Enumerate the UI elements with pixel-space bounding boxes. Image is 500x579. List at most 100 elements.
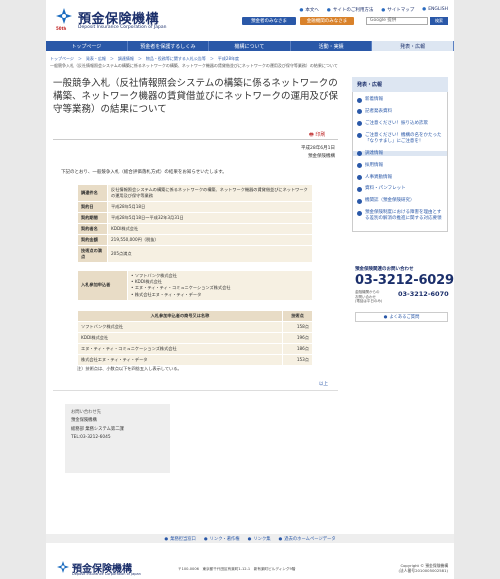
detail-value: KDDI株式会社 [107,223,313,235]
site-logo[interactable]: 50th 預金保険機構 Deposit Insurance Corporatio… [56,8,186,34]
arrow-icon: ● [326,8,331,13]
bidder-points: 158点 [282,321,313,333]
arrow-icon [357,163,362,169]
sidebar-heading: 発表・広報 [352,77,448,92]
contact-dept: 総務部 業務システム第二課 [71,426,124,432]
footer-nav: ● 業務担当窓口 ● リンク・著作権 ● リンク集 ● 過去のホームページデータ [46,534,454,543]
arrow-icon [357,210,362,216]
detail-label: 調達件名 [77,184,108,202]
detail-value: 219,550,000円（税抜） [107,234,313,246]
divider [53,390,338,391]
printer-icon: 🖶 [309,132,314,138]
sidebar-menu: 新着情報 記者発表資料 ご注意ください！振り込め詐欺 ご注意ください！機構の名を… [352,92,448,233]
arrow-icon [357,186,362,192]
detail-value: 平成28年5月18日 [107,201,313,213]
arrow-icon: ● [422,7,427,12]
detail-label: 契約金額 [77,234,108,246]
bidder-name: エヌ・ティ・ティ・コミュニケーションズ株式会社 [77,343,283,355]
search-input[interactable]: Google 提供 [366,17,428,25]
toplink-sitemap[interactable]: ● サイトマップ [381,7,414,13]
sidebar-item-personnel[interactable]: 人事異動情報 [357,175,443,181]
footer-logo-icon [57,561,69,573]
column-header-points: 技術点 [282,310,313,322]
sidebar-item-pamphlets[interactable]: 資料・パンフレット [357,186,443,192]
sidebar-item-recruit[interactable]: 採用情報 [357,163,443,169]
logo-text-en: Deposit Insurance Corporation of Japan [78,25,167,30]
page-title: 一般競争入札（反社情報照会システムの構築に係るネットワークの構築、ネットワーク機… [53,78,339,115]
end-mark: 以上 [319,382,328,387]
bidder-name: 株式会社エヌ・ティ・ティ・データ [77,354,283,366]
sidebar-item-news[interactable]: 新着情報 [357,97,443,103]
search-button[interactable]: 検索 [430,17,448,25]
copyright: Copyright © 預金保険機構 (法人番号2010005002581) [398,563,448,573]
nav-about[interactable]: 機構について [209,41,291,51]
logo-mark-icon [56,8,72,24]
detail-value: 205点満点 [107,245,313,263]
nav-protection[interactable]: 預金者を保護するしくみ [128,41,210,51]
footer-link-contact[interactable]: ● 業務担当窓口 [164,536,196,542]
phone-number-main: 03-3212-6029 [355,273,454,288]
participants-list: • ソフトバンク株式会社 • KDDI株式会社 • エヌ・ティ・ティ・コミュニケ… [127,270,313,301]
logo-anniversary: 50th [56,26,67,31]
column-header-name: 入札参加申込者の商号又は名称 [77,310,283,322]
table-row: 入札参加申込者 • ソフトバンク株式会社 • KDDI株式会社 • エヌ・ティ・… [77,270,313,301]
utility-links: ● 本文へ ● サイトのご利用方法 ● サイトマップ ● ENGLISH [299,7,448,13]
publish-info: 平成28年6月1日 預金保険機構 [301,145,335,161]
bidder-points: 196点 [282,332,313,344]
footer-link-copyright[interactable]: ● リンク・著作権 [204,536,240,542]
footer-link-archive[interactable]: ● 過去のホームページデータ [279,536,336,542]
detail-value: 平成28年5月18日～平成32年3月31日 [107,212,313,224]
institution-button[interactable]: 金融機関のみなさま [300,17,354,25]
depositor-button[interactable]: 預金者のみなさま [242,17,296,25]
table-header-row: 入札参加申込者の商号又は名称 技術点 [77,310,313,322]
table-row: 契約金額 219,550,000円（税抜） [77,234,313,246]
footnote: 注）技術点は、小数点以下を四捨五入し表示している。 [77,366,182,371]
arrow-icon: ● [164,536,169,542]
detail-value: 反社情報照会システムの構築に係るネットワークの構築、ネットワーク機器の賃貸借並び… [107,184,313,202]
audience-buttons: 預金者のみなさま 金融機関のみなさま [242,17,354,25]
sidebar-item-journal[interactable]: 機関誌（預金保険研究） [357,198,443,204]
bidder-points: 186点 [282,343,313,355]
arrow-icon [357,175,362,180]
arrow-icon: ● [247,536,252,542]
arrow-icon [357,198,362,204]
nav-activities[interactable]: 活動・実績 [291,41,373,51]
contract-details-table: 調達件名 反社情報照会システムの構築に係るネットワークの構築、ネットワーク機器の賃… [77,184,313,263]
list-item: • 株式会社エヌ・ティ・ティ・データ [131,291,202,297]
main-content: 一般競争入札（反社情報照会システムの構築に係るネットワークの構築、ネットワーク機… [53,77,338,495]
sidebar-item-accessibility[interactable]: 預金保険制度における障害を理由とする差別の解消の推進に関する対応要領 [357,210,443,221]
footer-link-links[interactable]: ● リンク集 [248,536,271,542]
breadcrumb[interactable]: トップページ ＞ 発表・広報 ＞ 調達情報 ＞ 物品・役務等に関する入札公告等 … [50,56,410,62]
publisher: 預金保険機構 [308,154,335,159]
divider [53,139,338,140]
participants-table: 入札参加申込者 • ソフトバンク株式会社 • KDDI株式会社 • エヌ・ティ・… [77,270,313,301]
table-row: 契約期間 平成28年5月18日～平成32年3月31日 [77,212,313,224]
nav-top[interactable]: トップページ [46,41,128,51]
bidder-name: ソフトバンク株式会社 [77,321,283,333]
sidebar-item-press-release[interactable]: 記者発表資料 [357,109,443,115]
toplink-howto[interactable]: ● サイトのご利用方法 [327,7,373,13]
table-row: 株式会社エヌ・ティ・ティ・データ 153点 [77,354,313,366]
arrow-icon: ● [278,536,283,542]
arrow-icon: ● [383,314,388,320]
detail-label: 技術点の満点 [77,245,108,263]
participants-label: 入札参加申込者 [77,270,128,301]
sidebar-item-impersonation[interactable]: ご注意ください！機構の名をかたった「なりすまし」にご注意を！ [357,133,443,144]
breadcrumb-current: 一般競争入札（反社情報照会システムの構築に係るネットワークの構築、ネットワーク機… [50,63,338,68]
arrow-icon [357,109,362,115]
sidebar-item-procurement[interactable]: 調達情報 [353,150,447,157]
table-row: 調達件名 反社情報照会システムの構築に係るネットワークの構築、ネットワーク機器の賃… [77,184,313,202]
arrow-icon: ● [381,8,386,13]
arrow-icon [357,97,362,103]
table-row: ソフトバンク株式会社 158点 [77,321,313,333]
nav-press[interactable]: 発表・広報 [372,41,454,51]
toplink-skip[interactable]: ● 本文へ [299,7,318,13]
arrow-icon: ● [299,8,304,13]
sidebar-item-fraud-warning[interactable]: ご注意ください！振り込め詐欺 [357,121,443,127]
table-row: エヌ・ティ・ティ・コミュニケーションズ株式会社 186点 [77,343,313,355]
footer-logo-en: Deposit Insurance Corporation of Japan [72,572,141,576]
phone-label: 預金保険関連のお問い合わせ [355,267,414,272]
faq-button[interactable]: ● よくあるご質問 [355,312,448,322]
arrow-icon [357,121,362,127]
toplink-english[interactable]: ● ENGLISH [422,7,448,13]
